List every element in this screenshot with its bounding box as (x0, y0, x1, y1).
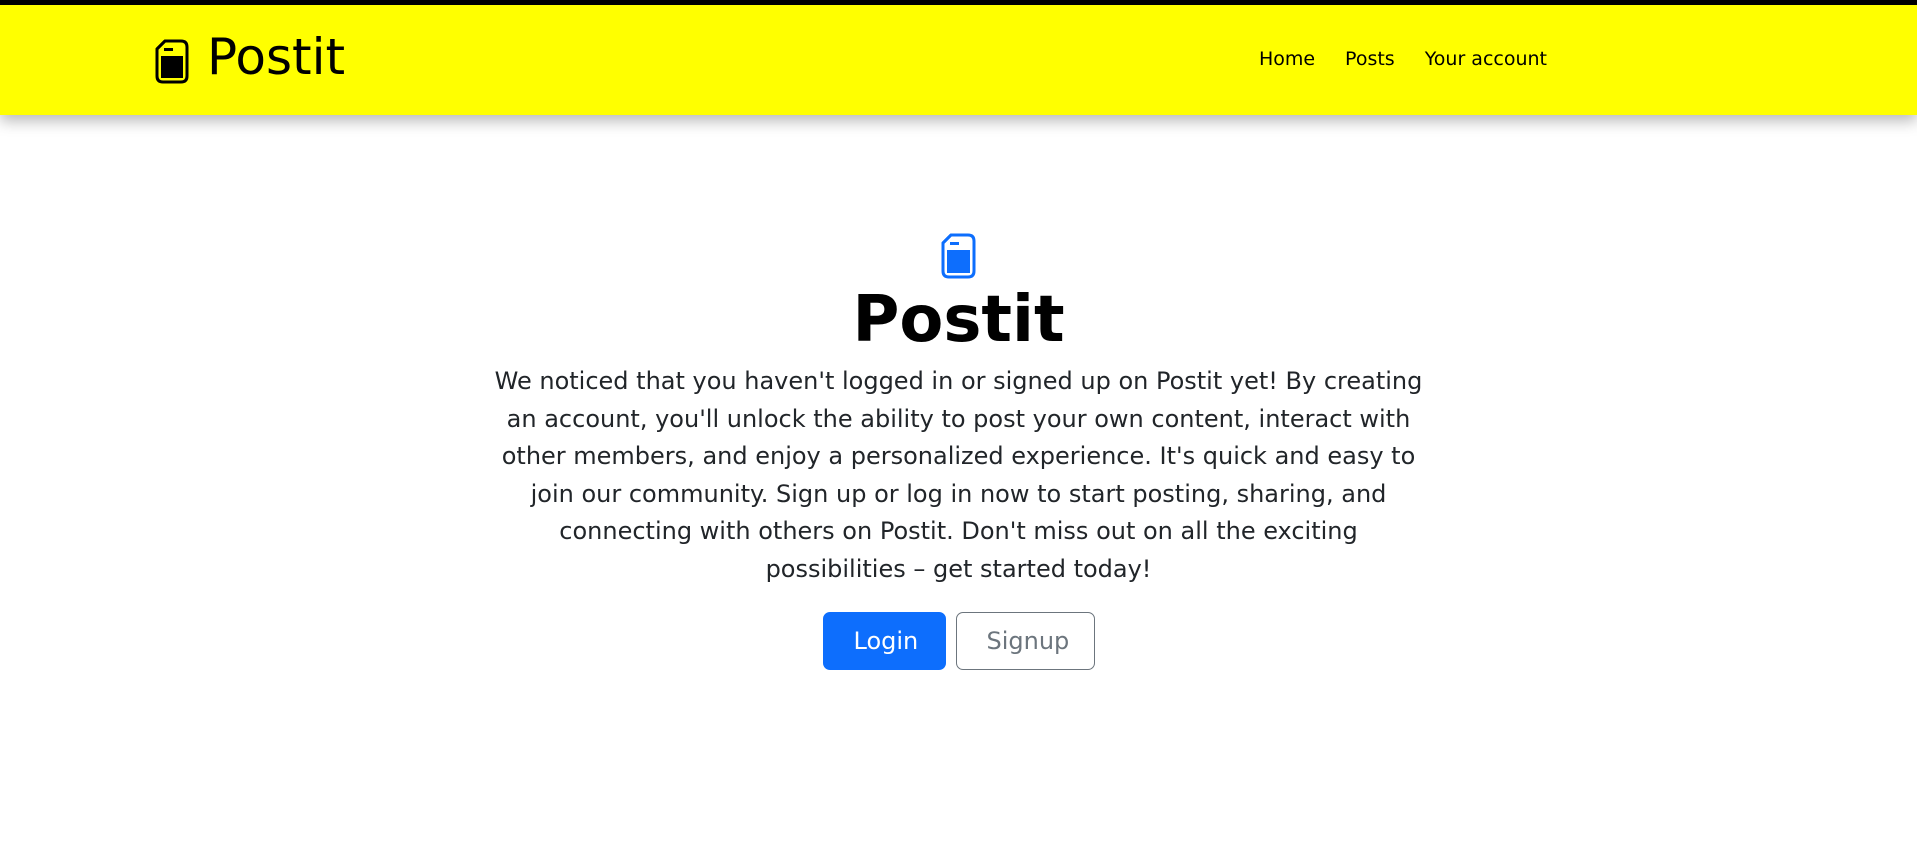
file-icon (941, 233, 976, 279)
brand-name: Postit (207, 28, 346, 86)
signup-button[interactable]: Signup (955, 612, 1095, 670)
hero-title: Postit (852, 283, 1065, 357)
page: Postit Home Posts Your account Postit We… (0, 0, 1917, 858)
nav-home-link[interactable]: Home (1244, 48, 1330, 70)
hero-section: Postit We noticed that you haven't logge… (0, 233, 1917, 670)
nav-links: Home Posts Your account (1244, 48, 1562, 70)
auth-actions: Login Signup (0, 612, 1917, 670)
navbar: Postit Home Posts Your account (0, 5, 1917, 115)
login-button[interactable]: Login (822, 612, 946, 670)
file-icon (155, 39, 189, 83)
nav-account-link[interactable]: Your account (1410, 48, 1562, 70)
hero-message: We noticed that you haven't logged in or… (494, 367, 1423, 583)
nav-posts-link[interactable]: Posts (1330, 48, 1410, 70)
brand-link[interactable]: Postit (155, 27, 345, 87)
